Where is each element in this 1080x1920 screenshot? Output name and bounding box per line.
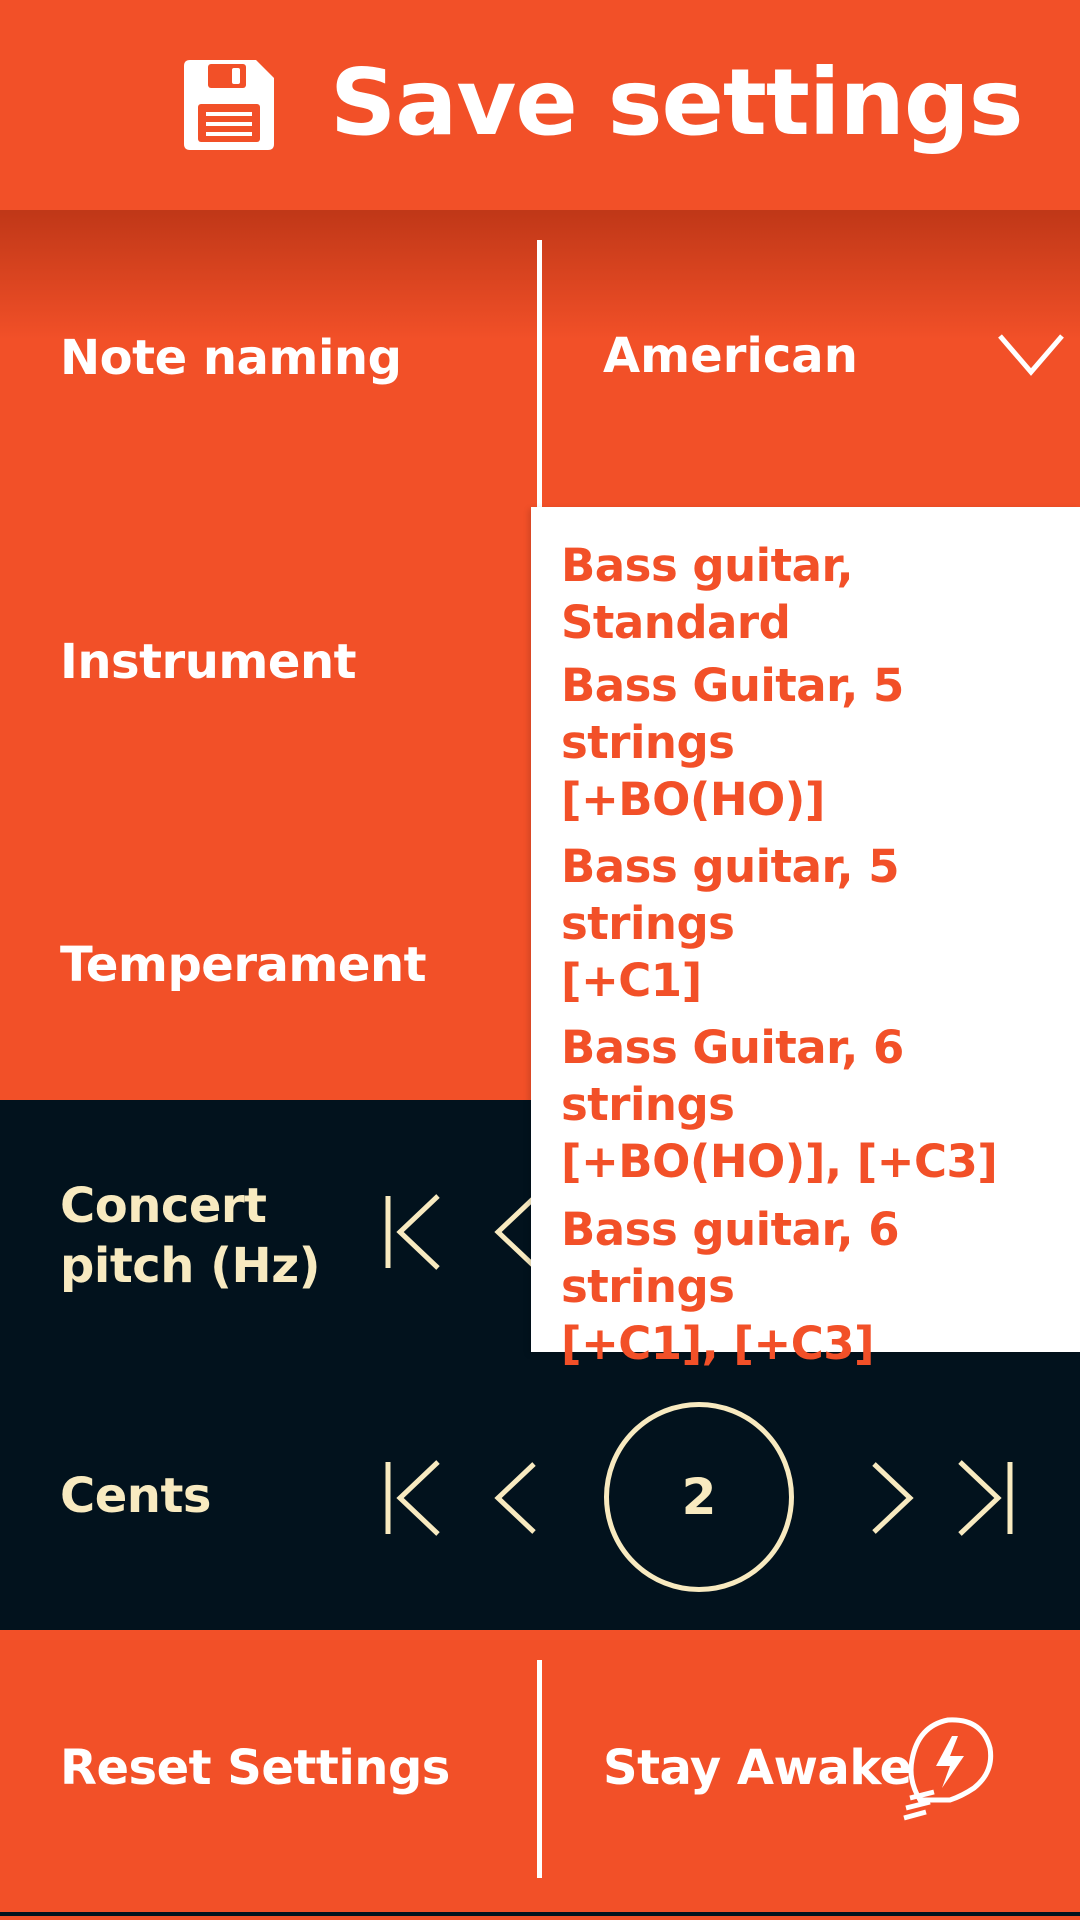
dropdown-item-line2: [+BO(HO)] — [561, 773, 825, 826]
dropdown-item[interactable]: Bass guitar, 5 strings [+C1] — [561, 838, 1071, 1009]
note-naming-select[interactable]: American — [603, 328, 858, 384]
cents-prev-icon[interactable] — [484, 1458, 554, 1538]
dropdown-item-line1: Bass guitar, 5 strings — [561, 840, 900, 950]
dropdown-item[interactable]: Bass guitar, Standard — [561, 537, 1071, 651]
concert-pitch-label: Concert pitch (Hz) — [60, 1176, 321, 1296]
temperament-label: Temperament — [60, 937, 427, 993]
concert-pitch-first-icon[interactable] — [380, 1192, 450, 1272]
cents-label: Cents — [60, 1468, 211, 1524]
dropdown-item[interactable]: Bass guitar, 6 strings [+C1], [+C3] — [561, 1201, 1071, 1372]
reset-settings-button[interactable]: Reset Settings — [60, 1740, 450, 1796]
note-naming-label: Note naming — [60, 330, 402, 386]
header: Save settings — [0, 0, 1080, 210]
lightbulb-icon[interactable] — [890, 1708, 1000, 1828]
page-title: Save settings — [330, 49, 1023, 156]
chevron-down-icon[interactable] — [996, 330, 1066, 380]
cents-next-icon[interactable] — [858, 1458, 928, 1538]
dropdown-item-line1: Bass Guitar, 5 strings — [561, 659, 904, 769]
dropdown-item-line2: [+C1] — [561, 954, 702, 1007]
footer-divider — [537, 1660, 542, 1878]
cents-first-icon[interactable] — [380, 1458, 450, 1538]
stay-awake-button[interactable]: Stay Awake — [603, 1740, 912, 1796]
dropdown-item-line1: Bass guitar, Standard — [561, 539, 854, 649]
dropdown-item-line1: Bass guitar, 6 strings — [561, 1203, 900, 1313]
dropdown-item[interactable]: Bass Guitar, 5 strings [+BO(HO)] — [561, 657, 1071, 828]
bottom-border — [0, 1912, 1080, 1916]
instrument-label: Instrument — [60, 634, 357, 690]
dropdown-item-line2: [+C1], [+C3] — [561, 1317, 875, 1370]
dropdown-item-line1: Bass Guitar, 6 strings — [561, 1021, 904, 1131]
dropdown-item[interactable]: Bass Guitar, 6 strings [+BO(HO)], [+C3] — [561, 1019, 1071, 1190]
floppy-disk-icon[interactable] — [180, 56, 278, 154]
instrument-dropdown: Bass guitar, Standard Bass Guitar, 5 str… — [531, 507, 1080, 1370]
cents-value: 2 — [604, 1402, 794, 1592]
cents-last-icon[interactable] — [952, 1458, 1022, 1538]
concert-pitch-label-line1: Concert — [60, 1178, 267, 1234]
divider — [537, 240, 542, 520]
concert-pitch-label-line2: pitch (Hz) — [60, 1238, 321, 1294]
dropdown-item-line2: [+BO(HO)], [+C3] — [561, 1135, 998, 1188]
